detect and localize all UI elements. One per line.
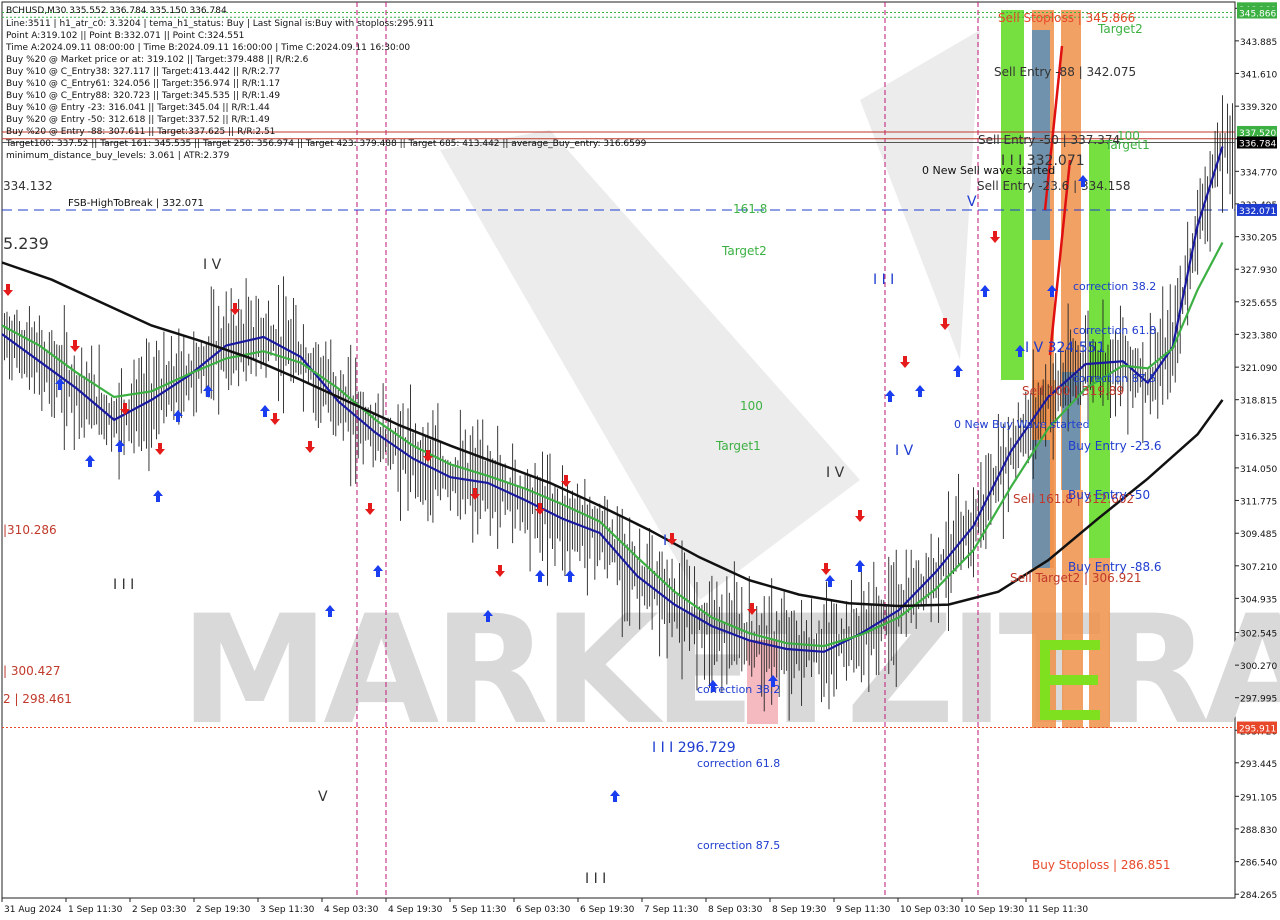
chart-annotation: correction 38.2 xyxy=(1073,280,1156,293)
chart-annotation: I xyxy=(663,533,667,549)
info-line: Line:3511 | h1_atr_c0: 3.3204 | tema_h1_… xyxy=(6,19,434,29)
chart-annotation: 161.8 xyxy=(733,202,767,216)
y-tick-label: 327.930 xyxy=(1240,266,1277,276)
y-tick-label: 341.610 xyxy=(1240,70,1277,80)
y-tick-label: 302.545 xyxy=(1240,630,1277,640)
y-tick-label: 300.270 xyxy=(1240,662,1277,672)
x-tick-label: 2 Sep 19:30 xyxy=(196,905,251,915)
y-tick-label: 293.445 xyxy=(1240,760,1277,770)
info-line: minimum_distance_buy_levels: 3.061 | ATR… xyxy=(6,151,230,161)
chart-annotation: I V xyxy=(895,443,914,459)
info-line: Buy %20 @ Entry -50: 312.618 || Target:3… xyxy=(6,115,270,125)
chart-annotation: 5.239 xyxy=(3,234,49,253)
chart-annotation: I I I xyxy=(873,272,894,288)
y-tick-label: 288.830 xyxy=(1240,826,1277,836)
chart-annotation: Buy Entry -23.6 xyxy=(1068,439,1162,453)
y-tick-label: 291.105 xyxy=(1240,793,1277,803)
price-badge-label: 332.071 xyxy=(1239,207,1276,217)
chart-annotation: Target1 xyxy=(1104,138,1150,152)
y-tick-label: 311.775 xyxy=(1240,497,1277,507)
y-tick-label: 284.265 xyxy=(1240,891,1277,901)
chart-annotation: Buy Entry -50 xyxy=(1068,488,1150,502)
y-tick-label: 339.320 xyxy=(1240,103,1277,113)
chart-annotation: | 300.427 xyxy=(3,664,60,678)
info-line: Buy %10 @ C_Entry61: 324.056 || Target:3… xyxy=(6,79,280,89)
x-tick-label: 31 Aug 2024 xyxy=(4,905,62,915)
chart-annotation: I I I xyxy=(113,577,134,593)
chart-annotation: correction 87.5 xyxy=(697,839,780,852)
chart-annotation: V xyxy=(967,194,977,210)
y-tick-label: 309.485 xyxy=(1240,530,1277,540)
info-line: Target100: 337.52 || Target 161: 345.535… xyxy=(5,139,647,149)
chart-annotation: Target2 xyxy=(721,244,767,258)
y-tick-label: 330.205 xyxy=(1240,234,1277,244)
chart-annotation: Sell Entry -88 | 342.075 xyxy=(994,65,1136,79)
x-tick-label: 2 Sep 03:30 xyxy=(132,905,187,915)
x-tick-label: 6 Sep 19:30 xyxy=(580,905,635,915)
chart-annotation: correction 61.8 xyxy=(697,757,780,770)
info-line: Buy %20 @ Market price or at: 319.102 ||… xyxy=(6,55,309,65)
info-line: Time A:2024.09.11 08:00:00 | Time B:2024… xyxy=(5,43,410,53)
y-tick-label: 307.210 xyxy=(1240,563,1277,573)
chart-annotation: |310.286 xyxy=(3,523,57,537)
x-tick-label: 11 Sep 11:30 xyxy=(1028,905,1088,915)
info-line: Buy %10 @ C_Entry88: 320.723 || Target:3… xyxy=(6,91,280,101)
price-chart[interactable]: MARKETZITRADE346.160343.885341.610339.32… xyxy=(0,0,1280,920)
info-line: Buy %20 @ Entry -88: 307.611 || Target:3… xyxy=(6,127,275,137)
x-tick-label: 8 Sep 19:30 xyxy=(772,905,827,915)
price-badge-label: 336.784 xyxy=(1239,139,1276,149)
y-tick-label: 316.325 xyxy=(1240,432,1277,442)
chart-annotation: V xyxy=(318,789,328,805)
x-tick-label: 10 Sep 19:30 xyxy=(964,905,1024,915)
y-tick-label: 334.770 xyxy=(1240,168,1277,178)
chart-annotation: I I I xyxy=(585,871,606,887)
chart-annotation: Sell 100 | 319.89 xyxy=(1022,384,1124,398)
x-tick-label: 6 Sep 03:30 xyxy=(516,905,571,915)
y-tick-label: 323.380 xyxy=(1240,331,1277,341)
y-tick-label: 325.655 xyxy=(1240,299,1277,309)
x-tick-label: 7 Sep 11:30 xyxy=(644,905,699,915)
price-badge-label: 295.911 xyxy=(1239,725,1276,735)
x-tick-label: 5 Sep 11:30 xyxy=(452,905,507,915)
y-tick-label: 297.995 xyxy=(1240,695,1277,705)
x-tick-label: 4 Sep 03:30 xyxy=(324,905,379,915)
info-line: Point A:319.102 || Point B:332.071 || Po… xyxy=(6,31,244,41)
chart-window: MARKETZITRADE346.160343.885341.610339.32… xyxy=(0,0,1280,920)
info-line: Buy %10 @ C_Entry38: 327.117 || Target:4… xyxy=(6,67,280,77)
chart-annotation: Sell Entry -50 | 337.374 xyxy=(978,133,1120,147)
chart-annotation: 0 New Buy Wave started xyxy=(954,418,1090,431)
chart-annotation: Buy Stoploss | 286.851 xyxy=(1032,858,1171,872)
chart-annotation: correction 61.8 xyxy=(1073,324,1156,337)
chart-annotation: Sell Target2 | 306.921 xyxy=(1010,571,1142,585)
chart-annotation: Target1 xyxy=(715,439,761,453)
y-tick-label: 286.540 xyxy=(1240,859,1277,869)
chart-annotation: 334.132 xyxy=(3,179,53,193)
x-tick-label: 10 Sep 03:30 xyxy=(900,905,960,915)
y-tick-label: 321.090 xyxy=(1240,364,1277,374)
y-tick-label: 318.815 xyxy=(1240,397,1277,407)
chart-annotation: I V 324.551 xyxy=(1025,340,1106,356)
chart-annotation: 100 xyxy=(740,399,763,413)
x-tick-label: 4 Sep 19:30 xyxy=(388,905,443,915)
trade-zone xyxy=(1062,490,1083,728)
info-line: Buy %10 @ Entry -23: 316.041 || Target:3… xyxy=(6,103,270,113)
x-tick-label: 1 Sep 11:30 xyxy=(68,905,123,915)
x-tick-label: 3 Sep 11:30 xyxy=(260,905,315,915)
chart-annotation: Sell Entry -23.6 | 334.158 xyxy=(977,179,1131,193)
chart-annotation: I V xyxy=(203,257,222,273)
chart-annotation: FSB-HighToBreak | 332.071 xyxy=(68,198,204,209)
y-tick-label: 304.935 xyxy=(1240,595,1277,605)
y-tick-label: 314.050 xyxy=(1240,465,1277,475)
chart-annotation: Target2 xyxy=(1097,22,1143,36)
chart-annotation: 2 | 298.461 xyxy=(3,692,72,706)
x-tick-label: 9 Sep 11:30 xyxy=(836,905,891,915)
chart-annotation: I I I 296.729 xyxy=(652,740,736,756)
watermark: MARKETZITRADE xyxy=(180,584,1280,758)
chart-annotation: 0 New Sell wave started xyxy=(922,164,1055,177)
y-tick-label: 343.885 xyxy=(1240,38,1277,48)
price-badge-label: 345.866 xyxy=(1239,10,1276,20)
x-tick-label: 8 Sep 03:30 xyxy=(708,905,763,915)
chart-annotation: I V xyxy=(826,465,845,481)
window-title: BCHUSD,M30 335.552 336.784 335.150 336.7… xyxy=(6,6,227,16)
